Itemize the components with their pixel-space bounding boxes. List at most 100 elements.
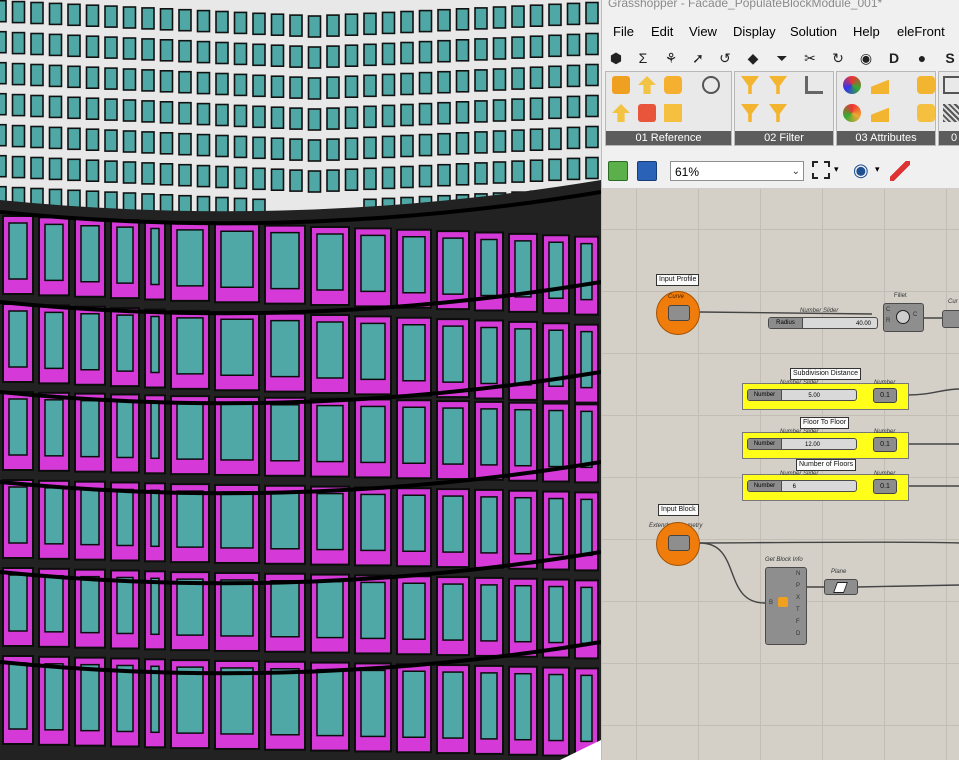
subdivision-slider[interactable]: Number 5.00 <box>747 389 857 401</box>
subdivision-slider-label: Number <box>748 390 782 400</box>
output-p: P <box>796 583 801 589</box>
truncated-label: Cur <box>948 299 958 305</box>
funnel-icon[interactable] <box>741 76 759 94</box>
d-icon[interactable]: D <box>886 50 902 66</box>
refresh-icon[interactable]: ↻ <box>830 50 846 66</box>
funnel-icon[interactable] <box>769 104 787 122</box>
menu-view[interactable]: View <box>689 24 717 39</box>
zoom-extents-icon[interactable] <box>812 161 830 179</box>
number-of-floors-tag: Number of Floors <box>796 459 857 471</box>
reference-icon[interactable] <box>612 76 630 94</box>
subdivision-number-label: Number <box>874 380 896 386</box>
funnel-icon[interactable]: ⏷ <box>774 50 790 66</box>
number-of-floors-slider-label: Number <box>748 481 782 491</box>
menu-elefront[interactable]: eleFront <box>897 24 945 39</box>
extended-geometry-param[interactable] <box>656 522 700 566</box>
input-block-tag: Input Block <box>658 504 699 516</box>
plane-label: Plane <box>831 569 847 575</box>
output-x: X <box>796 595 801 601</box>
up-arrow-icon[interactable] <box>638 76 656 94</box>
save-icon[interactable] <box>637 161 657 181</box>
box-icon[interactable] <box>664 104 682 122</box>
ghost-icon[interactable] <box>702 76 720 94</box>
radius-slider-value: 40.00 <box>855 321 871 327</box>
ribbon-attributes[interactable]: 03 Attributes <box>836 71 936 146</box>
floor-to-floor-slider-value: 12.00 <box>804 442 820 448</box>
bake-icon[interactable] <box>612 104 630 122</box>
cylinder-icon[interactable] <box>917 104 935 122</box>
curve-icon <box>668 305 690 321</box>
get-block-info-component[interactable]: B N P X T F D <box>765 567 807 645</box>
zoom-select[interactable]: 61% ⌄ <box>670 161 804 181</box>
cylinder-icon[interactable] <box>664 76 682 94</box>
arrow-icon[interactable]: ➚ <box>690 50 706 66</box>
loop-icon[interactable]: ↺ <box>717 50 733 66</box>
plane-param[interactable] <box>824 579 858 595</box>
ribbon-reference[interactable]: 01 Reference <box>605 71 732 146</box>
fillet-label: Fillet <box>894 293 907 299</box>
number-of-floors-number[interactable]: 0.1 <box>873 479 897 494</box>
fillet-component[interactable]: C R C <box>883 303 924 332</box>
floor-to-floor-tag: Floor To Floor <box>800 417 850 429</box>
number-of-floors-slider[interactable]: Number 6 <box>747 480 857 492</box>
chart-icon[interactable] <box>805 76 823 94</box>
ribbon-label: 03 Attributes <box>837 131 935 145</box>
cylinder-icon[interactable] <box>917 76 935 94</box>
wedge-icon[interactable] <box>871 107 889 122</box>
floor-to-floor-number[interactable]: 0.1 <box>873 437 897 452</box>
get-block-info-label: Get Block Info <box>765 557 803 563</box>
shape-icon[interactable] <box>943 76 959 94</box>
leaf-icon[interactable]: ◆ <box>745 50 761 66</box>
ribbon-label: 01 Reference <box>606 131 731 145</box>
rhino-viewport[interactable] <box>0 0 601 760</box>
sphere-icon[interactable]: ● <box>914 50 930 66</box>
input-profile-tag: Input Profile <box>656 274 700 286</box>
wedge-icon[interactable] <box>871 79 889 94</box>
scissors-icon[interactable]: ✂ <box>802 50 818 66</box>
ribbon-label: 02 Filter <box>735 131 833 145</box>
tab-icon-row: ⬢ Σ ⚘ ➚ ↺ ◆ ⏷ ✂ ↻ ◉ D ● S <box>602 46 959 70</box>
output-d: D <box>796 631 801 637</box>
menu-file[interactable]: File <box>613 24 634 39</box>
s-icon[interactable]: S <box>942 50 958 66</box>
curve-param-label: Curve <box>668 294 685 300</box>
funnel-icon[interactable] <box>741 104 759 122</box>
menu-bar: File Edit View Display Solution Help ele… <box>602 21 959 43</box>
output-t: T <box>796 607 800 613</box>
open-file-icon[interactable] <box>608 161 628 181</box>
output-n: N <box>796 571 801 577</box>
eye-icon[interactable]: ◉ <box>853 160 869 181</box>
color-wheel-icon[interactable] <box>843 104 861 122</box>
menu-display[interactable]: Display <box>733 24 776 39</box>
fillet-input-r: R <box>886 318 891 324</box>
chevron-down-icon[interactable]: ▾ <box>834 164 839 175</box>
hatch-icon[interactable] <box>943 104 959 122</box>
subdivision-tag: Subdivision Distance <box>790 368 861 380</box>
hexagon-icon[interactable]: ⬢ <box>608 50 624 66</box>
output-f: F <box>796 619 800 625</box>
plant-icon[interactable]: ⚘ <box>663 50 679 66</box>
sigma-icon[interactable]: Σ <box>635 50 651 66</box>
sketch-pen-icon[interactable] <box>890 161 910 181</box>
funnel-icon[interactable] <box>769 76 787 94</box>
floor-to-floor-number-label: Number <box>874 429 896 435</box>
block-icon[interactable] <box>638 104 656 122</box>
color-wheel-icon[interactable] <box>843 76 861 94</box>
ribbon-filter[interactable]: 02 Filter <box>734 71 834 146</box>
fillet-output-c: C <box>913 312 918 318</box>
chevron-down-icon: ⌄ <box>791 166 800 177</box>
curve-component-cut[interactable] <box>942 310 959 328</box>
floor-to-floor-slider[interactable]: Number 12.00 <box>747 438 857 450</box>
radius-slider[interactable]: Radius 40.00 <box>768 317 878 329</box>
menu-solution[interactable]: Solution <box>790 24 837 39</box>
subdivision-number[interactable]: 0.1 <box>873 388 897 403</box>
gh-canvas[interactable]: Input Profile Curve Number Slider Radius… <box>602 189 959 760</box>
ribbon-label: 0 <box>939 131 959 145</box>
chevron-down-icon[interactable]: ▾ <box>875 164 880 175</box>
curve-param[interactable]: Curve <box>656 291 700 335</box>
menu-help[interactable]: Help <box>853 24 880 39</box>
menu-edit[interactable]: Edit <box>651 24 673 39</box>
ribbon-more[interactable]: 0 <box>938 71 959 146</box>
eye-icon[interactable]: ◉ <box>858 50 874 66</box>
canvas-toolbar: 61% ⌄ ▾ ◉ ▾ <box>602 152 959 189</box>
